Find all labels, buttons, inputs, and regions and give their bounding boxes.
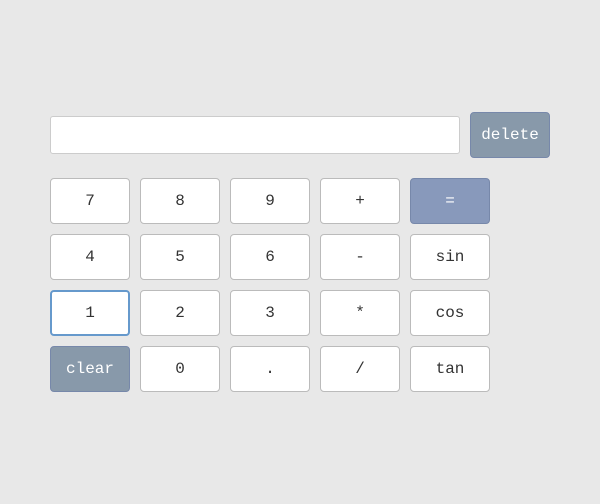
btn-dot[interactable]: . xyxy=(230,346,310,392)
btn-divide[interactable]: / xyxy=(320,346,400,392)
btn-1[interactable]: 1 xyxy=(50,290,130,336)
btn-cos[interactable]: cos xyxy=(410,290,490,336)
btn-plus[interactable]: + xyxy=(320,178,400,224)
btn-equals[interactable]: = xyxy=(410,178,490,224)
btn-7[interactable]: 7 xyxy=(50,178,130,224)
btn-2[interactable]: 2 xyxy=(140,290,220,336)
btn-minus[interactable]: - xyxy=(320,234,400,280)
calculator: delete 7 8 9 + = 4 5 6 - sin 1 2 3 * cos… xyxy=(10,82,590,422)
btn-9[interactable]: 9 xyxy=(230,178,310,224)
btn-5[interactable]: 5 xyxy=(140,234,220,280)
btn-clear[interactable]: clear xyxy=(50,346,130,392)
btn-4[interactable]: 4 xyxy=(50,234,130,280)
btn-8[interactable]: 8 xyxy=(140,178,220,224)
row-1: 7 8 9 + = xyxy=(50,178,550,224)
delete-button[interactable]: delete xyxy=(470,112,550,158)
row-2: 4 5 6 - sin xyxy=(50,234,550,280)
display-input[interactable] xyxy=(50,116,460,154)
row-4: clear 0 . / tan xyxy=(50,346,550,392)
row-3: 1 2 3 * cos xyxy=(50,290,550,336)
btn-sin[interactable]: sin xyxy=(410,234,490,280)
btn-0[interactable]: 0 xyxy=(140,346,220,392)
btn-6[interactable]: 6 xyxy=(230,234,310,280)
btn-3[interactable]: 3 xyxy=(230,290,310,336)
btn-multiply[interactable]: * xyxy=(320,290,400,336)
display-row: delete xyxy=(50,112,550,158)
btn-tan[interactable]: tan xyxy=(410,346,490,392)
